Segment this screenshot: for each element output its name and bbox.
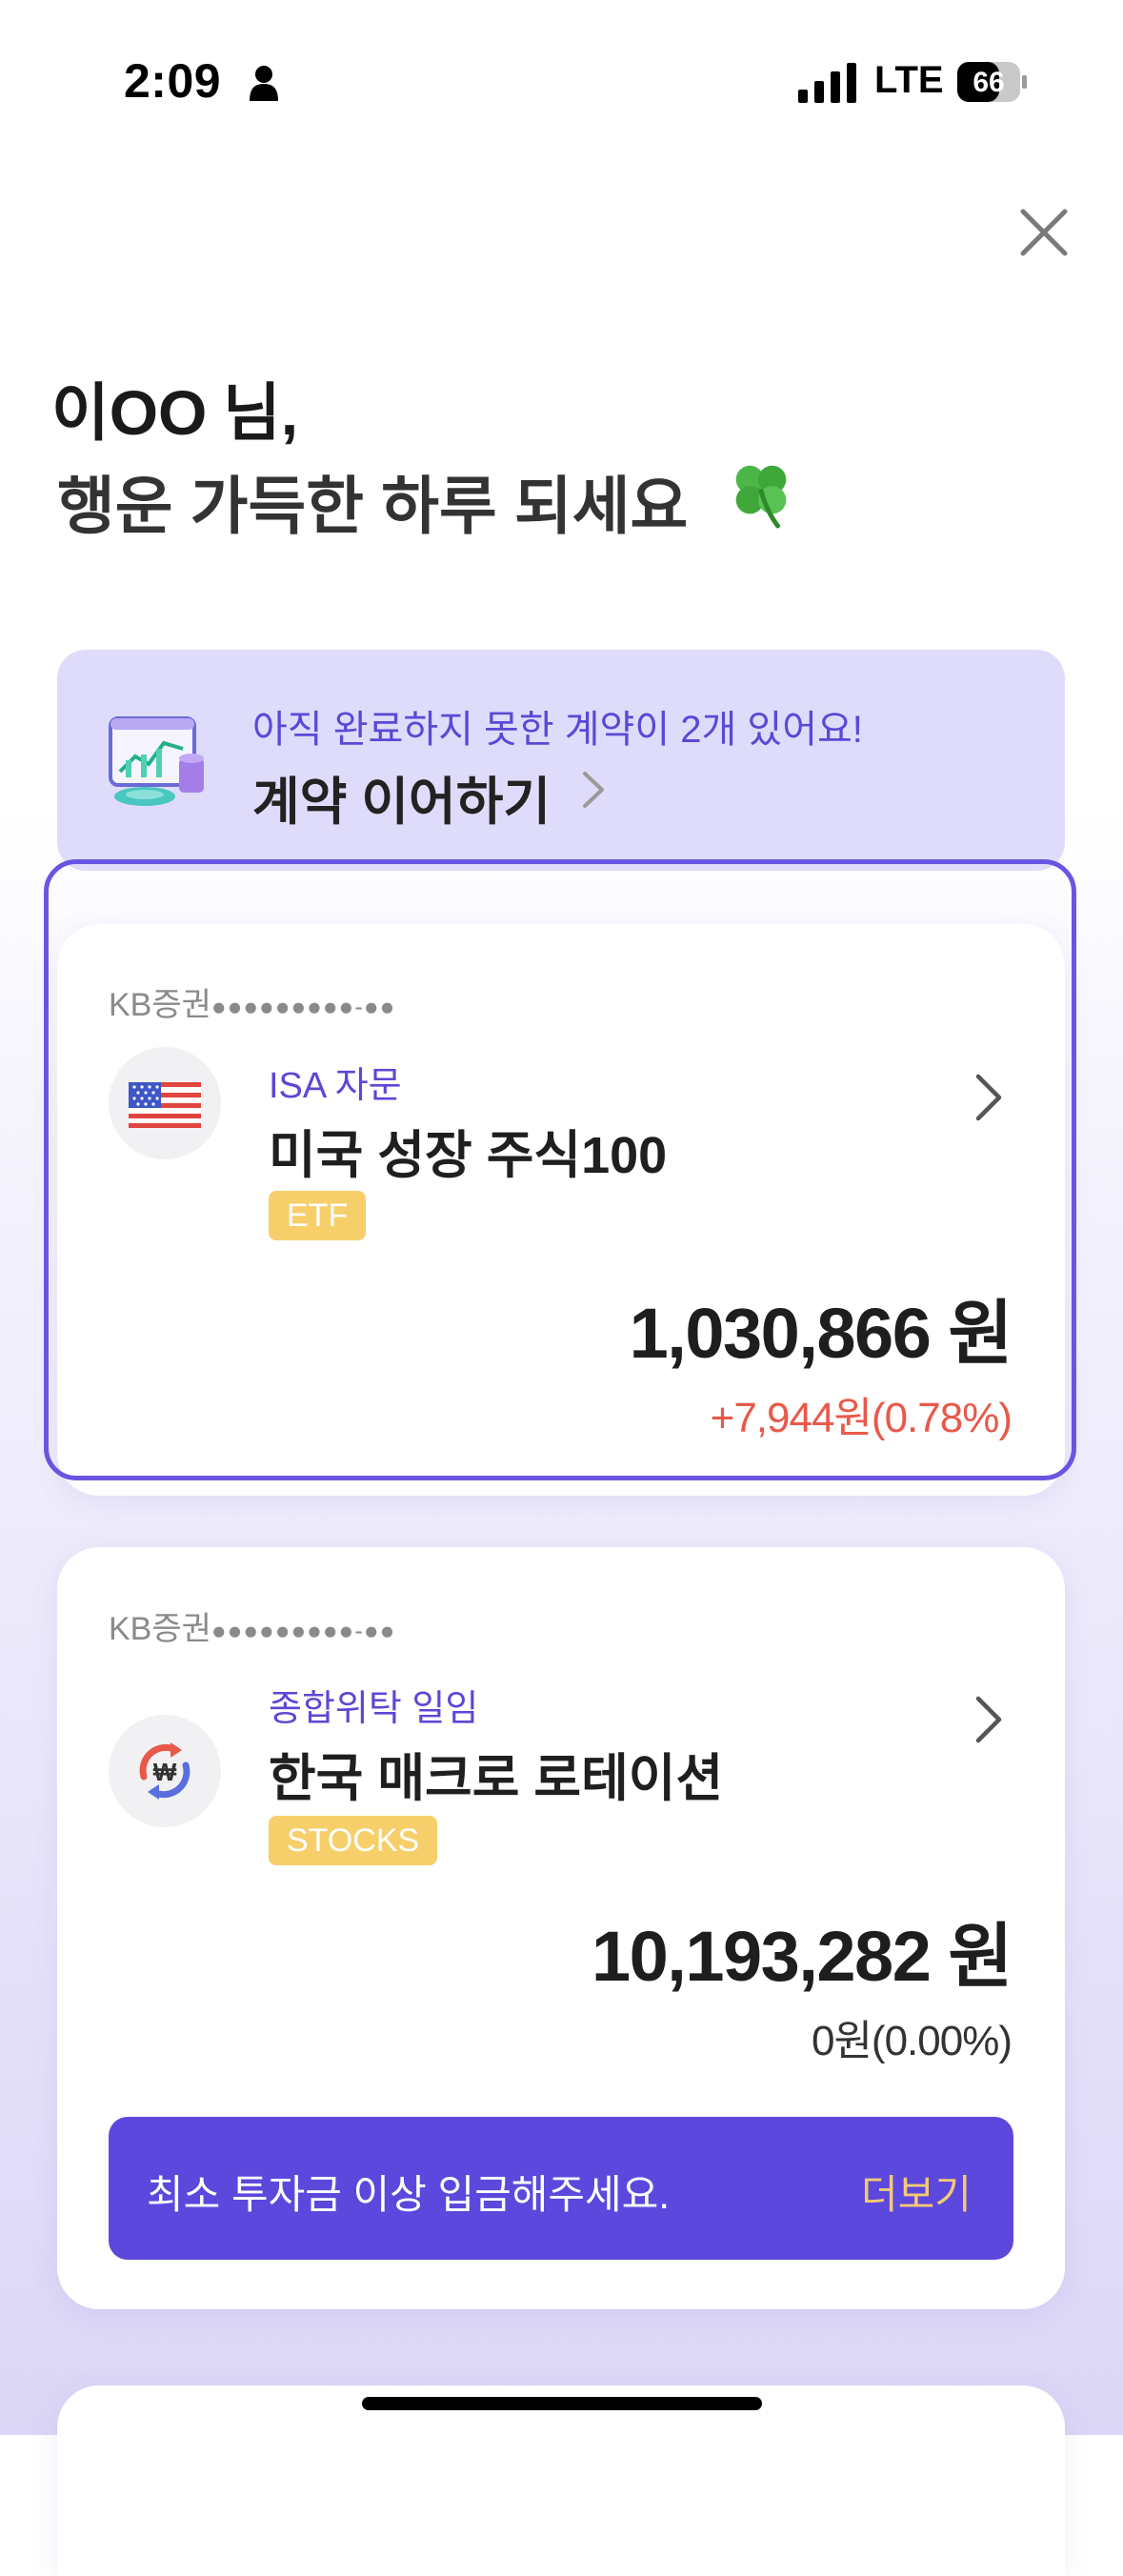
account-balance: 1,030,866 원	[629, 1294, 1013, 1373]
greeting-line2: 행운 가득한 하루 되세요	[57, 471, 689, 541]
product-tag: ETF	[269, 1191, 367, 1240]
battery-level: 66	[973, 67, 1004, 98]
deposit-notice-text: 최소 투자금 이상 입금해주세요.	[147, 2172, 670, 2217]
battery-icon: 66	[957, 62, 1027, 102]
account-number: KB증권●●●●●●●●●-●●	[109, 1602, 395, 1649]
won-rotation-icon: ₩	[139, 1742, 191, 1800]
chevron-right-icon[interactable]	[973, 1693, 1005, 1746]
masked-account: ●●●●●●●●●-●●	[211, 1616, 396, 1645]
svg-text:₩: ₩	[153, 1758, 177, 1786]
product-type: 종합위탁 일임	[269, 1689, 479, 1729]
continue-contract-label[interactable]: 계약 이어하기	[252, 759, 551, 835]
account-number: KB증권●●●●●●●●●-●●	[109, 978, 395, 1025]
us-flag-icon	[129, 1082, 201, 1128]
account-icon: ₩	[109, 1715, 221, 1827]
product-tag: STOCKS	[269, 1816, 438, 1865]
network-type: LTE	[874, 59, 944, 101]
person-icon	[250, 66, 278, 101]
account-change: +7,944원(0.78%)	[710, 1395, 1013, 1441]
clover-icon	[735, 465, 787, 529]
greeting-line1: 이OO 님,	[51, 362, 298, 453]
broker-name: KB증권	[109, 987, 211, 1023]
chart-board-icon	[109, 716, 204, 806]
product-name: 미국 성장 주식100	[269, 1127, 668, 1184]
chevron-right-icon[interactable]	[973, 1071, 1005, 1124]
signal-icon	[798, 63, 856, 103]
more-link[interactable]: 더보기	[861, 2163, 972, 2221]
product-type: ISA 자문	[269, 1066, 402, 1106]
status-time: 2:09	[124, 54, 222, 108]
account-icon	[109, 1047, 221, 1159]
chevron-right-icon	[583, 772, 604, 808]
honorific: 님,	[223, 377, 299, 448]
account-change: 0원(0.00%)	[811, 2018, 1013, 2064]
account-card-partial[interactable]	[57, 2385, 1065, 2576]
broker-name: KB증권	[109, 1611, 211, 1647]
home-indicator[interactable]	[362, 2397, 762, 2410]
masked-account: ●●●●●●●●●-●●	[211, 992, 396, 1021]
account-balance: 10,193,282 원	[591, 1917, 1013, 1996]
banner-subtitle: 아직 완료하지 못한 계약이 2개 있어요!	[252, 709, 863, 751]
product-name: 한국 매크로 로테이션	[269, 1750, 724, 1807]
user-name: 이OO	[51, 377, 208, 448]
close-icon[interactable]	[1017, 206, 1071, 259]
